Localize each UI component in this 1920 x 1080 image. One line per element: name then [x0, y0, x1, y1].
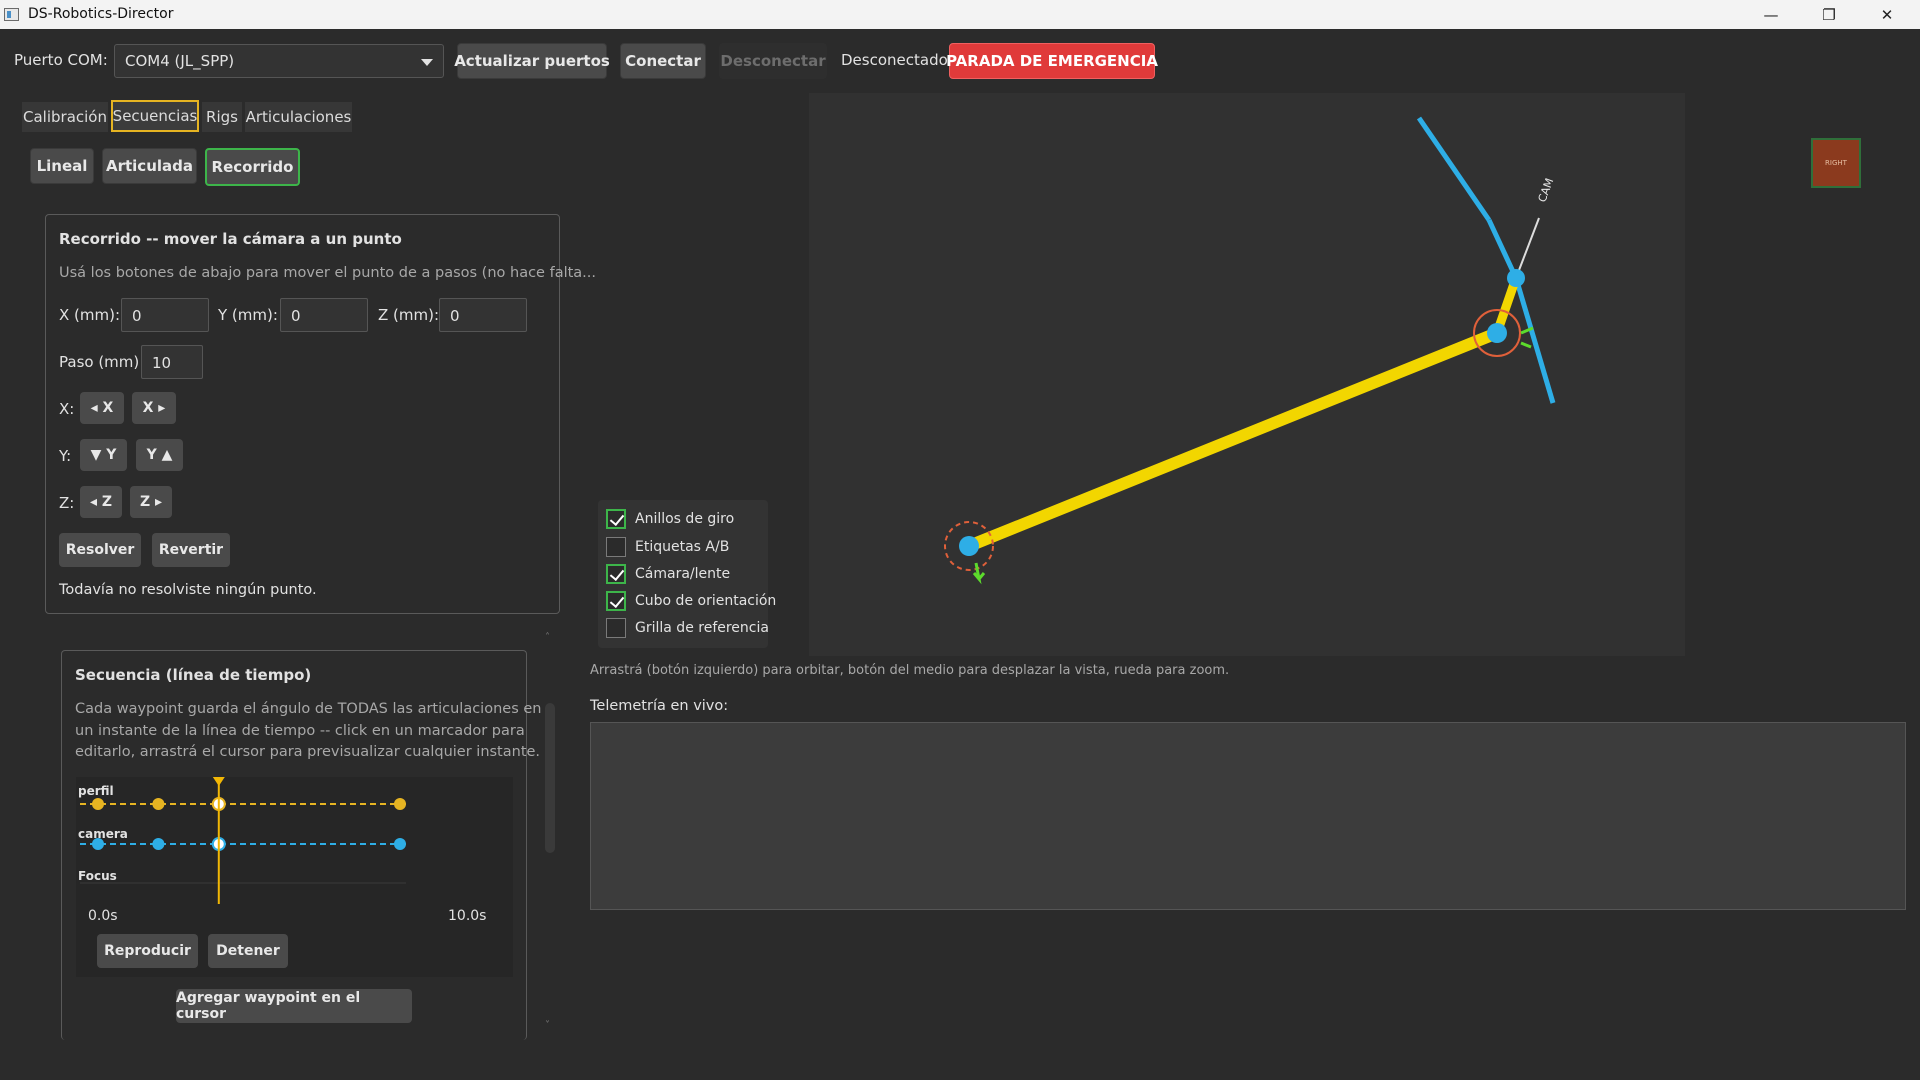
x-plus-button[interactable]: X ▸: [132, 392, 176, 424]
checkbox-label-camara: Cámara/lente: [635, 566, 731, 582]
secuencia-desc-2: un instante de la línea de tiempo -- cli…: [75, 723, 525, 739]
maximize-button[interactable]: ❐: [1800, 0, 1858, 29]
connection-status: Desconectado: [841, 51, 948, 69]
checkbox-label-anillos: Anillos de giro: [635, 511, 735, 527]
com-port-value: COM4 (JL_SPP): [125, 52, 235, 70]
scroll-up-icon[interactable]: ˄: [545, 632, 550, 643]
connect-button[interactable]: Conectar: [620, 43, 706, 79]
joint-wrist: [1507, 269, 1525, 287]
play-button[interactable]: Reproducir: [97, 934, 198, 968]
x-mm-input[interactable]: 0: [121, 298, 209, 332]
window-title: DS-Robotics-Director: [28, 6, 174, 22]
solve-button[interactable]: Resolver: [59, 533, 141, 567]
waypoint-marker[interactable]: [92, 798, 104, 810]
checkbox-camara[interactable]: [606, 564, 626, 584]
z-mm-input[interactable]: 0: [439, 298, 527, 332]
emergency-stop-button[interactable]: PARADA DE EMERGENCIA: [946, 43, 1158, 79]
tab-secuencias[interactable]: Secuencias: [111, 100, 199, 132]
x-mm-label: X (mm):: [59, 306, 121, 324]
checkbox-cubo[interactable]: [606, 591, 626, 611]
minimize-button[interactable]: —: [1742, 0, 1800, 29]
tab-calibracion[interactable]: Calibración: [22, 102, 108, 132]
telemetry-output[interactable]: [590, 722, 1906, 910]
refresh-ports-button[interactable]: Actualizar puertos: [454, 43, 610, 79]
secuencia-desc-1: Cada waypoint guarda el ángulo de TODAS …: [75, 701, 542, 717]
checkbox-label-etiquetas: Etiquetas A/B: [635, 539, 730, 555]
track-label-perfil: perfil: [78, 784, 114, 798]
z-row-label: Z:: [59, 494, 75, 512]
z-plus-button[interactable]: Z ▸: [130, 486, 172, 518]
robot-3d-viewport[interactable]: CAM: [809, 93, 1685, 656]
solve-status: Todavía no resolviste ningún punto.: [59, 582, 317, 598]
telemetry-label: Telemetría en vivo:: [590, 698, 729, 714]
camera-rod-upper: [1416, 116, 1492, 222]
z-minus-button[interactable]: ◂ Z: [80, 486, 122, 518]
joint-base: [959, 536, 979, 556]
add-waypoint-button[interactable]: Agregar waypoint en el cursor: [176, 989, 412, 1023]
time-start-label: 0.0s: [88, 908, 118, 924]
stop-button[interactable]: Detener: [208, 934, 288, 968]
subtab-lineal[interactable]: Lineal: [30, 148, 94, 184]
orientation-cube[interactable]: RIGHT: [1811, 138, 1861, 188]
checkbox-etiquetas[interactable]: [606, 537, 626, 557]
time-end-label: 10.0s: [448, 908, 487, 924]
title-bar: DS-Robotics-Director — ❐ ✕: [0, 0, 1920, 29]
checkbox-grilla[interactable]: [606, 618, 626, 638]
recorrido-title: Recorrido -- mover la cámara a un punto: [59, 230, 402, 248]
app-icon: [4, 8, 19, 21]
checkbox-label-grilla: Grilla de referencia: [635, 620, 769, 636]
track-label-focus: Focus: [78, 869, 117, 883]
camera-rod-middle: [1486, 218, 1519, 280]
y-minus-button[interactable]: ▼ Y: [80, 439, 127, 471]
cam-label: CAM: [1536, 176, 1557, 204]
waypoint-marker[interactable]: [152, 798, 165, 810]
x-minus-button[interactable]: ◂ X: [80, 392, 124, 424]
step-label: Paso (mm):: [59, 353, 145, 371]
disconnect-button[interactable]: Desconectar: [719, 43, 827, 79]
view-options-panel: Anillos de giro Etiquetas A/B Cámara/len…: [598, 500, 776, 648]
close-button[interactable]: ✕: [1858, 0, 1916, 29]
y-row-label: Y:: [59, 447, 72, 465]
step-input[interactable]: 10: [141, 345, 203, 379]
com-port-label: Puerto COM:: [14, 51, 108, 69]
x-row-label: X:: [59, 400, 75, 418]
revert-button[interactable]: Revertir: [152, 533, 230, 567]
y-plus-button[interactable]: Y ▲: [136, 439, 183, 471]
z-mm-label: Z (mm):: [378, 306, 440, 324]
secuencia-title: Secuencia (línea de tiempo): [75, 666, 312, 684]
robot-arm-render: CAM: [944, 116, 1557, 585]
tab-articulaciones[interactable]: Articulaciones: [245, 102, 352, 132]
viewport-help-text: Arrastrá (botón izquierdo) para orbitar,…: [590, 663, 1230, 678]
secuencia-desc-3: editarlo, arrastrá el cursor para previs…: [75, 744, 541, 760]
joint-shoulder: [1487, 323, 1507, 343]
track-label-camera: camera: [78, 827, 128, 841]
scroll-down-icon[interactable]: ˅: [545, 1020, 550, 1031]
arm-segment-main: [963, 327, 1503, 552]
waypoint-marker[interactable]: [152, 838, 165, 850]
camera-rod-lower: [1513, 277, 1556, 404]
waypoint-marker[interactable]: [394, 838, 406, 850]
subtab-articulada[interactable]: Articulada: [102, 148, 197, 184]
left-panel-scrollbar[interactable]: [545, 703, 555, 853]
checkbox-anillos[interactable]: [606, 509, 626, 529]
tab-rigs[interactable]: Rigs: [202, 102, 242, 132]
playhead-handle[interactable]: [212, 777, 225, 786]
checkbox-label-cubo: Cubo de orientación: [635, 593, 777, 609]
waypoint-marker[interactable]: [394, 798, 406, 810]
subtab-recorrido[interactable]: Recorrido: [205, 148, 300, 186]
recorrido-hint: Usá los botones de abajo para mover el p…: [59, 265, 597, 281]
com-port-select[interactable]: COM4 (JL_SPP): [114, 44, 444, 78]
y-mm-input[interactable]: 0: [280, 298, 368, 332]
chevron-down-icon: [421, 59, 433, 66]
timeline-canvas[interactable]: [76, 777, 513, 912]
y-mm-label: Y (mm):: [218, 306, 278, 324]
lens-line: [1515, 217, 1540, 279]
